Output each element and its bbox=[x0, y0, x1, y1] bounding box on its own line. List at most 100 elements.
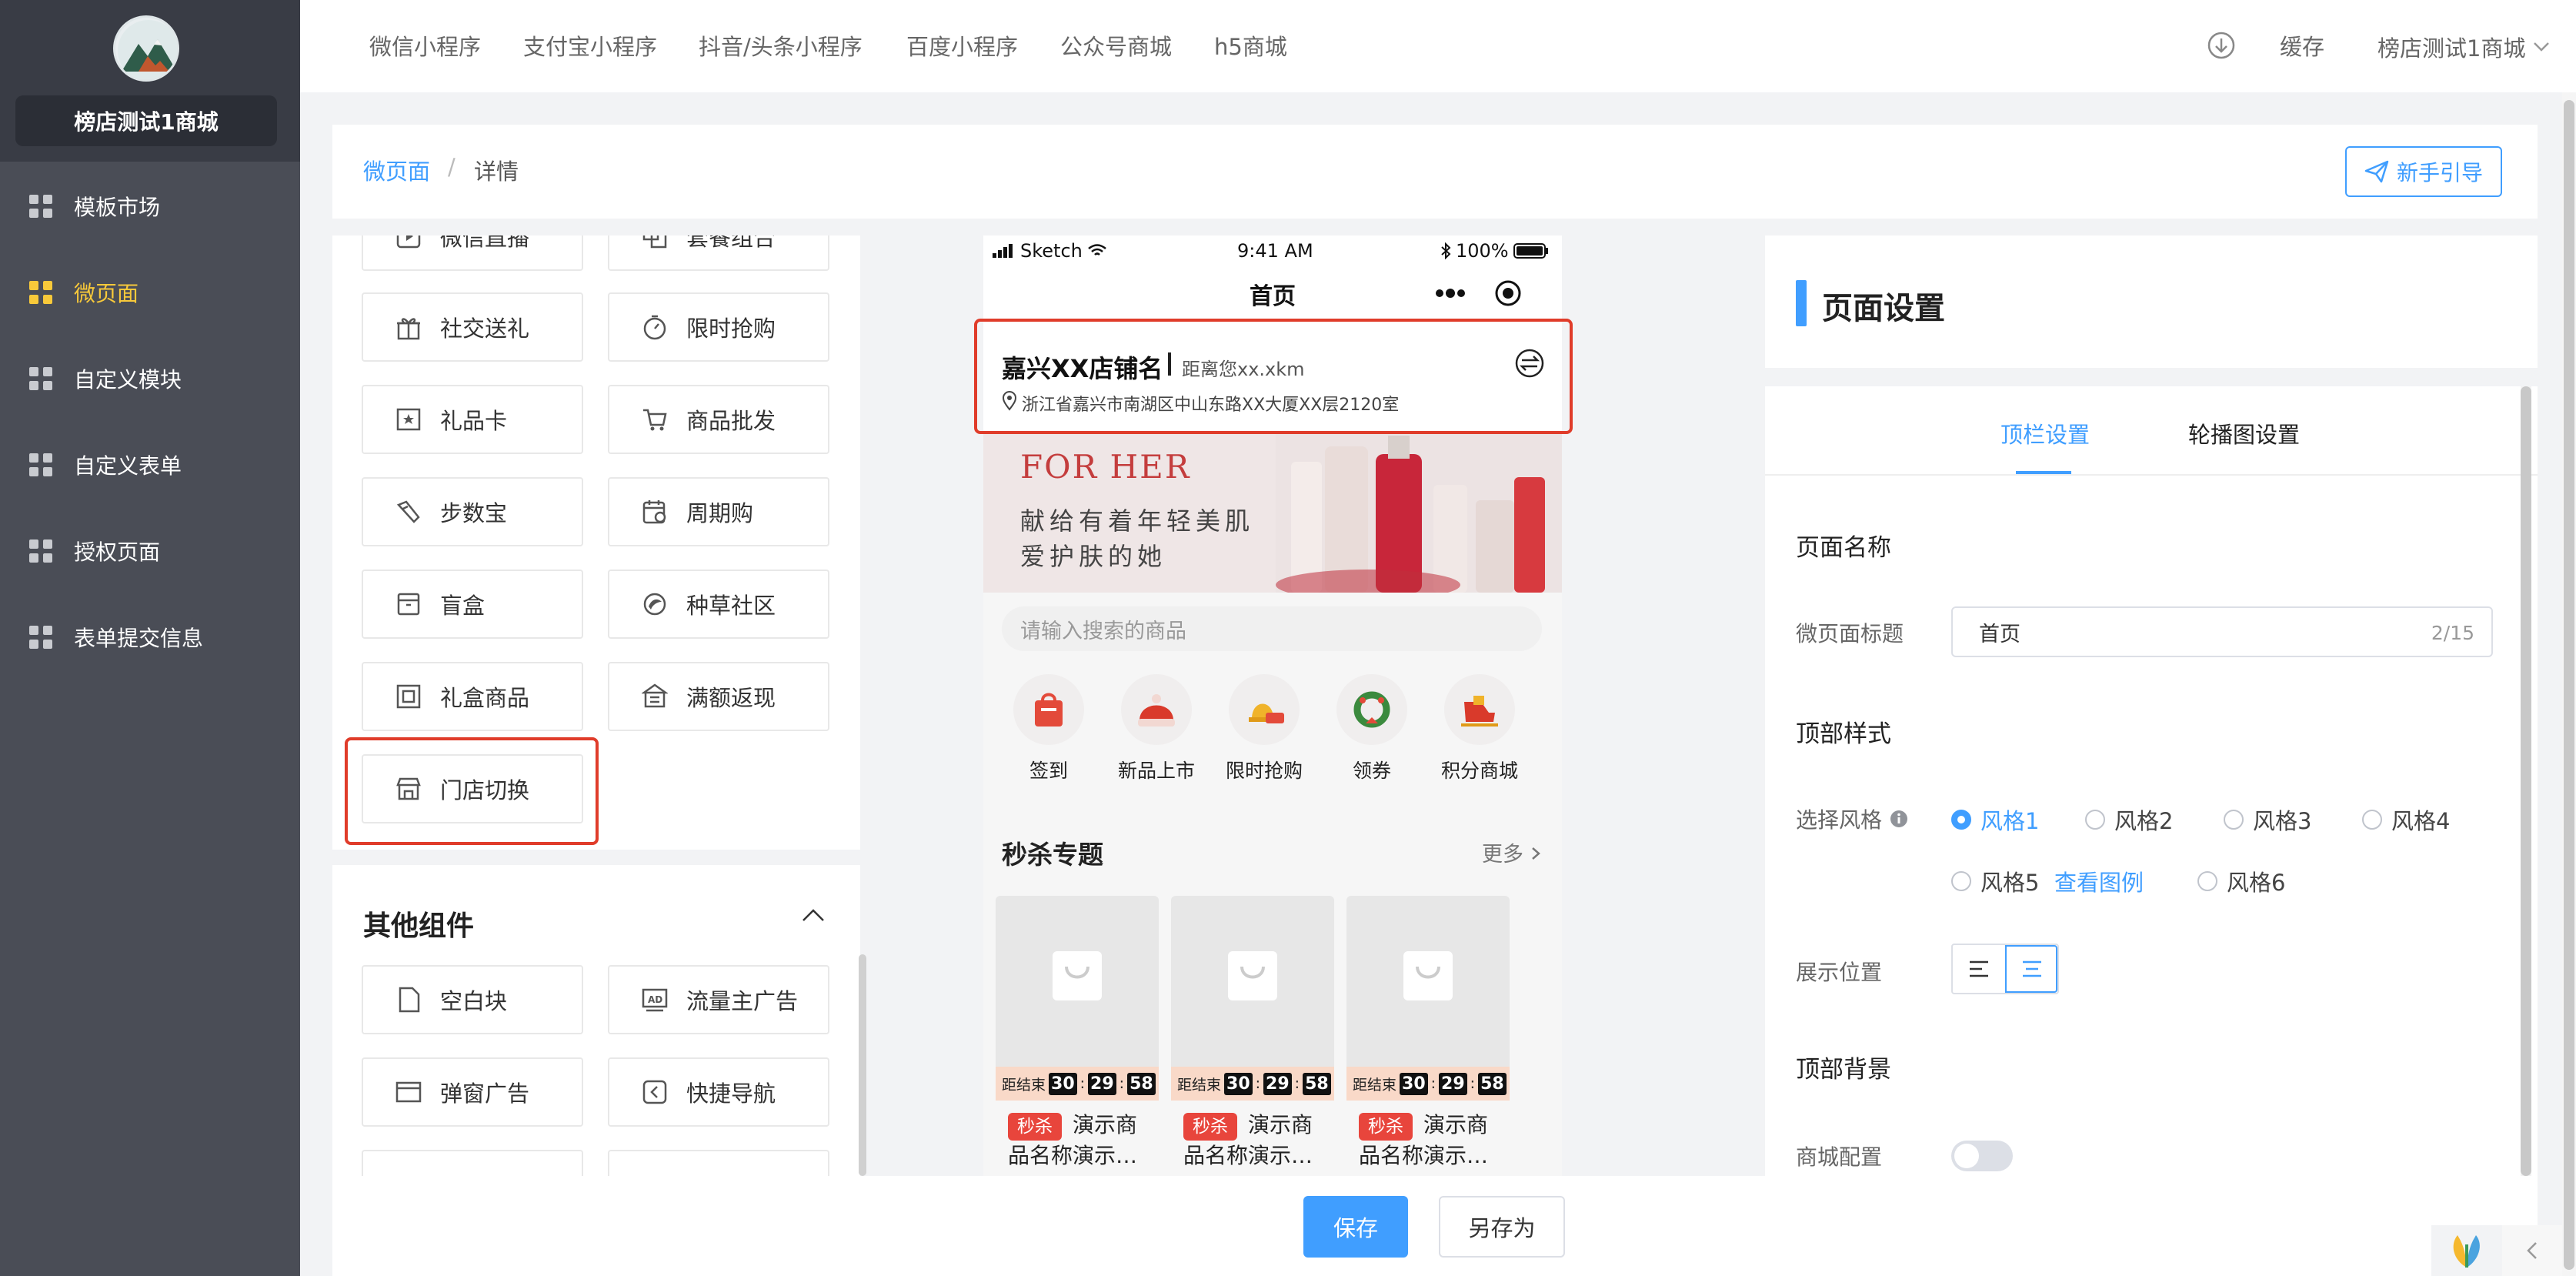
collapse-arrow-icon[interactable] bbox=[2502, 1225, 2562, 1276]
product-name: 秒杀 演示商 品名称演示… bbox=[1359, 1112, 1489, 1168]
sidebar-item-custom-form[interactable]: 自定义表单 bbox=[0, 422, 300, 508]
store-front-icon bbox=[640, 682, 669, 711]
sidebar-item-label: 表单提交信息 bbox=[74, 626, 204, 651]
sidebar-item-auth-page[interactable]: 授权页面 bbox=[0, 508, 300, 594]
style-label: 选择风格 bbox=[1796, 803, 1908, 834]
chevron-up-icon[interactable] bbox=[802, 908, 825, 922]
tab-carousel-settings[interactable]: 轮播图设置 bbox=[2188, 417, 2300, 449]
category-new-arrivals[interactable]: 新品上市 bbox=[1106, 674, 1206, 783]
shoe-icon bbox=[394, 497, 423, 526]
wreath-icon bbox=[1336, 674, 1407, 745]
style-radio-6[interactable]: 风格6 bbox=[2197, 865, 2285, 897]
component-quick-nav[interactable]: 快捷导航 bbox=[608, 1057, 829, 1127]
component-blank-block[interactable]: 空白块 bbox=[362, 965, 583, 1034]
tab-baidu-miniapp[interactable]: 百度小程序 bbox=[906, 29, 1018, 62]
save-button[interactable]: 保存 bbox=[1303, 1196, 1408, 1258]
shop-switcher-label: 榜店测试1商城 bbox=[2377, 35, 2526, 62]
bag-placeholder-icon bbox=[1403, 951, 1453, 1000]
flash-sale-more-link[interactable]: 更多 bbox=[1482, 837, 1541, 867]
product-image: 距结束 30:29:58 bbox=[1346, 896, 1510, 1101]
component-flash-sale[interactable]: 限时抢购 bbox=[608, 292, 829, 362]
tab-h5-mall[interactable]: h5商城 bbox=[1214, 29, 1287, 62]
style-radio-4[interactable]: 风格4 bbox=[2362, 803, 2450, 836]
tab-top-bar-settings[interactable]: 顶栏设置 bbox=[2000, 417, 2090, 449]
phone-search-input[interactable]: 请输入搜索的商品 bbox=[1002, 606, 1542, 651]
component-traffic-ad[interactable]: AD 流量主广告 bbox=[608, 965, 829, 1034]
banner-line-1: 献给有着年轻美肌 bbox=[1020, 506, 1255, 536]
component-next-row[interactable] bbox=[362, 1150, 583, 1176]
align-center-icon[interactable] bbox=[2004, 945, 2057, 993]
component-seeding-community[interactable]: 种草社区 bbox=[608, 570, 829, 639]
component-gift-box-goods[interactable]: 礼盒商品 bbox=[362, 662, 583, 731]
phone-status-bar: Sketch 9:41 AM 100% bbox=[983, 235, 1562, 266]
component-panel-scrollbar[interactable] bbox=[859, 954, 866, 1176]
component-cashback[interactable]: 满额返现 bbox=[608, 662, 829, 731]
component-subscription[interactable]: 周期购 bbox=[608, 477, 829, 546]
char-counter: 2/15 bbox=[2431, 622, 2474, 644]
view-example-link[interactable]: 查看图例 bbox=[2054, 865, 2144, 897]
leaf-icon bbox=[640, 590, 669, 619]
miniapp-capsule[interactable] bbox=[1420, 271, 1536, 316]
box-icon bbox=[394, 590, 423, 619]
sidebar-item-template-market[interactable]: 模板市场 bbox=[0, 163, 300, 249]
tab-alipay-miniapp[interactable]: 支付宝小程序 bbox=[523, 29, 657, 62]
component-gift-card[interactable]: 礼品卡 bbox=[362, 385, 583, 454]
page-title-input[interactable]: 首页 2/15 bbox=[1951, 606, 2493, 657]
style-radio-3[interactable]: 风格3 bbox=[2224, 803, 2311, 836]
component-next-row[interactable] bbox=[608, 1150, 829, 1176]
settings-scrollbar[interactable] bbox=[2521, 386, 2531, 1176]
close-target-icon[interactable] bbox=[1494, 279, 1522, 307]
tab-official-account-mall[interactable]: 公众号商城 bbox=[1060, 29, 1172, 62]
component-popup-ad[interactable]: 弹窗广告 bbox=[362, 1057, 583, 1127]
component-blind-box[interactable]: 盲盒 bbox=[362, 570, 583, 639]
shop-name-pill[interactable]: 榜店测试1商城 bbox=[15, 95, 277, 146]
product-card[interactable]: 距结束 30:29:58 秒杀 演示商 品名称演示… bbox=[1171, 896, 1334, 1176]
category-coupons[interactable]: 领券 bbox=[1322, 674, 1422, 783]
component-package-combo[interactable]: 套餐组合 bbox=[608, 235, 829, 271]
breadcrumb-micro-page[interactable]: 微页面 bbox=[363, 154, 430, 186]
sidebar-item-label: 自定义模块 bbox=[74, 367, 182, 392]
breadcrumb: 微页面 / 详情 新手引导 bbox=[332, 125, 2538, 219]
more-dots-icon[interactable] bbox=[1435, 289, 1466, 298]
style-radio-1[interactable]: 风格1 bbox=[1951, 803, 2039, 836]
save-as-button[interactable]: 另存为 bbox=[1439, 1196, 1565, 1258]
download-icon[interactable] bbox=[2207, 31, 2236, 63]
mall-config-switch[interactable] bbox=[1951, 1141, 2013, 1171]
category-flash-sale[interactable]: 限时抢购 bbox=[1214, 674, 1314, 783]
tab-douyin-miniapp[interactable]: 抖音/头条小程序 bbox=[699, 29, 863, 62]
sidebar-item-micro-page[interactable]: 微页面 bbox=[0, 249, 300, 336]
tab-wechat-miniapp[interactable]: 微信小程序 bbox=[369, 29, 481, 62]
bluetooth-icon bbox=[1441, 242, 1451, 259]
style-radio-2[interactable]: 风格2 bbox=[2085, 803, 2173, 836]
settings-panel: 顶栏设置 轮播图设置 页面名称 微页面标题 首页 2/15 顶部样式 选择风格 … bbox=[1765, 386, 2538, 1176]
settings-accent-bar bbox=[1796, 280, 1807, 326]
info-icon[interactable] bbox=[1890, 810, 1908, 828]
align-left-icon[interactable] bbox=[1953, 945, 2005, 993]
page-scrollbar[interactable] bbox=[2562, 92, 2576, 1276]
product-card[interactable]: 距结束 30:29:58 秒杀 演示商 品名称演示… bbox=[996, 896, 1159, 1176]
component-wechat-live[interactable]: 微信直播 bbox=[362, 235, 583, 271]
breadcrumb-current: 详情 bbox=[474, 159, 519, 185]
shop-switcher[interactable]: 榜店测试1商城 bbox=[2377, 31, 2550, 63]
sidebar: 榜店测试1商城 模板市场 微页面 自定义模块 自定义表单 授权页面 表单提交信息 bbox=[0, 0, 300, 1276]
product-card[interactable]: 距结束 30:29:58 秒杀 演示商 品名称演示… bbox=[1346, 896, 1510, 1176]
component-social-gift[interactable]: 社交送礼 bbox=[362, 292, 583, 362]
category-points-mall[interactable]: 积分商城 bbox=[1430, 674, 1530, 783]
sidebar-item-form-submissions[interactable]: 表单提交信息 bbox=[0, 594, 300, 680]
combo-icon bbox=[640, 235, 669, 251]
style-radio-5[interactable]: 风格5 bbox=[1951, 865, 2039, 897]
settings-header: 页面设置 bbox=[1765, 235, 2538, 368]
grid-icon bbox=[29, 281, 52, 304]
category-check-in[interactable]: 签到 bbox=[999, 674, 1099, 783]
sidebar-item-custom-module[interactable]: 自定义模块 bbox=[0, 336, 300, 422]
sidebar-item-label: 自定义表单 bbox=[74, 453, 182, 479]
mountain-logo-icon bbox=[118, 20, 177, 79]
floating-assistant-icon[interactable] bbox=[2431, 1225, 2502, 1276]
banner-headline: FOR HER bbox=[1020, 448, 1191, 486]
beginner-guide-button[interactable]: 新手引导 bbox=[2345, 146, 2502, 197]
grid-icon bbox=[29, 539, 52, 563]
component-step-treasure[interactable]: 步数宝 bbox=[362, 477, 583, 546]
cache-button[interactable]: 缓存 bbox=[2280, 29, 2324, 62]
component-wholesale[interactable]: 商品批发 bbox=[608, 385, 829, 454]
banner-carousel[interactable]: FOR HER 献给有着年轻美肌 爱护肤的她 bbox=[983, 431, 1562, 593]
